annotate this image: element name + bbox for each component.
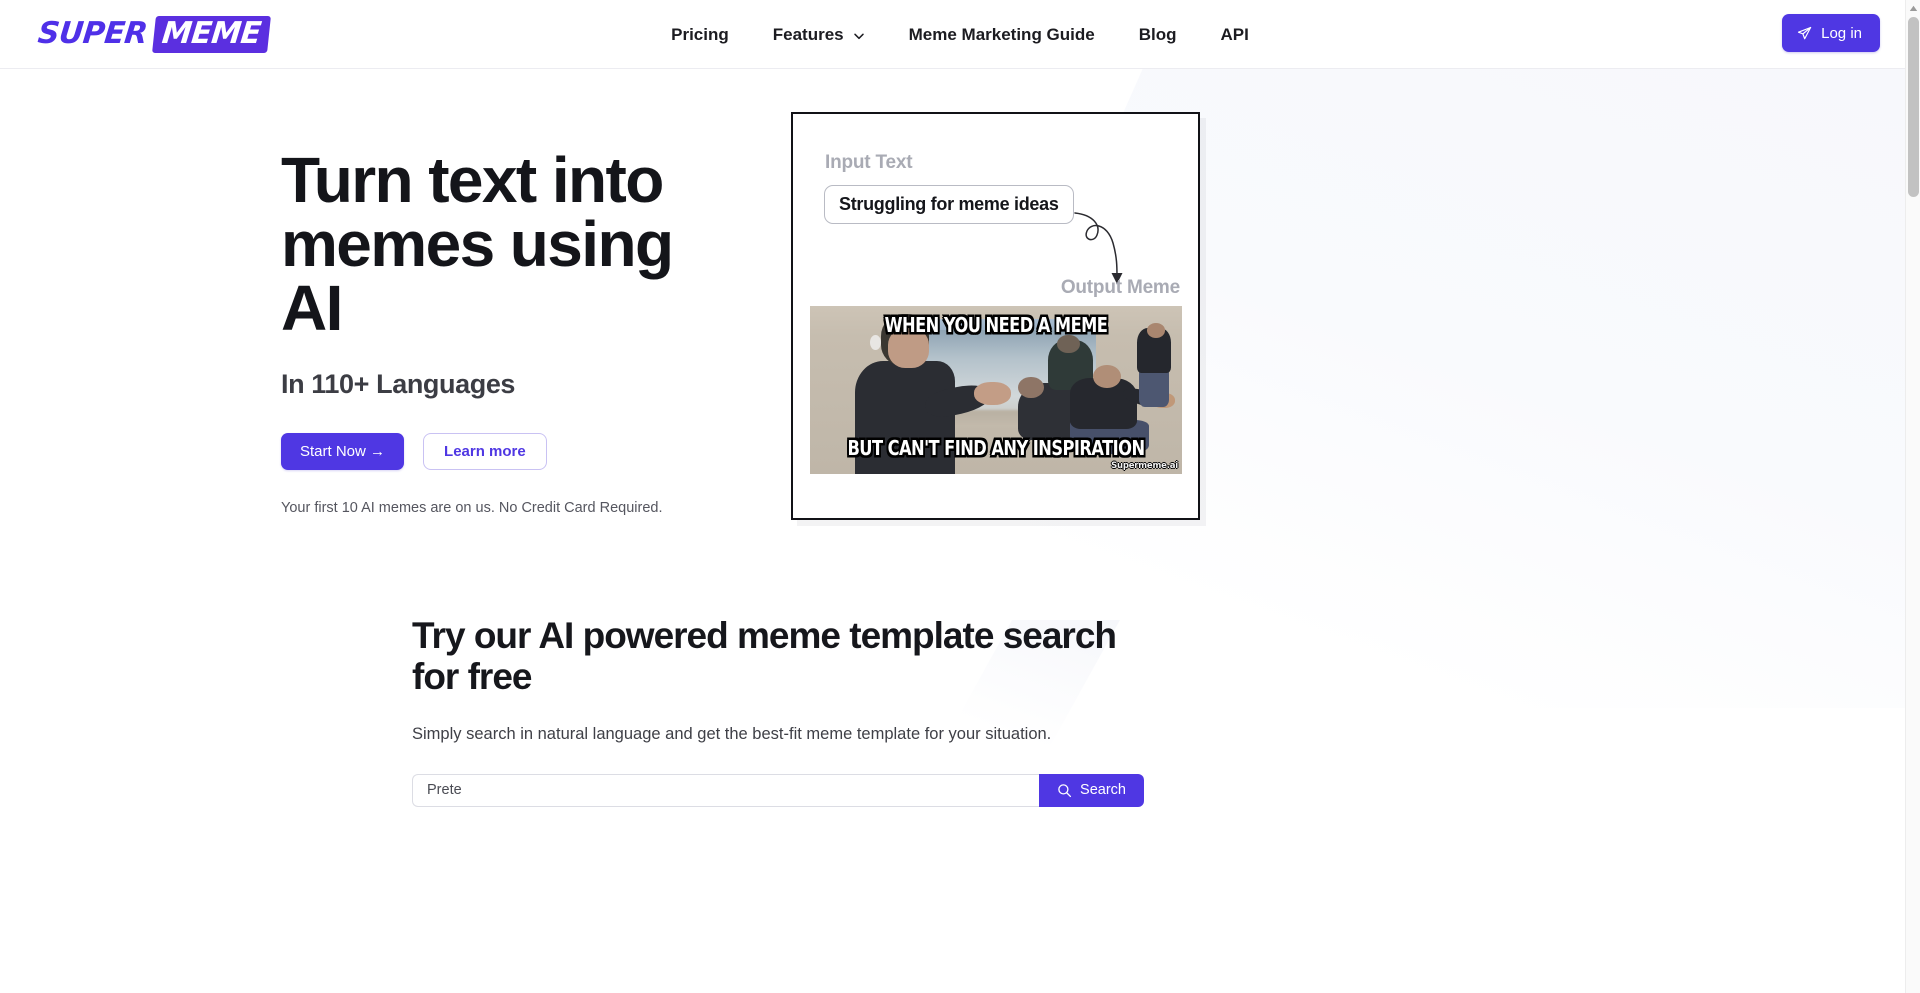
- nav-label: Features: [772, 24, 844, 44]
- nav-label: Meme Marketing Guide: [908, 24, 1095, 44]
- section-title: Try our AI powered meme template search …: [412, 615, 1117, 698]
- search-button[interactable]: Search: [1039, 773, 1144, 807]
- output-meme-label: Output Meme: [1060, 277, 1180, 298]
- page-title: Turn text into memes using AI: [281, 144, 674, 344]
- main-navigation: Pricing Features Meme Marketing Guide Bl…: [0, 0, 1920, 69]
- search-icon: [1057, 783, 1072, 798]
- nav-item-meme-marketing-guide[interactable]: Meme Marketing Guide: [887, 25, 1117, 45]
- nav-label: Blog: [1138, 24, 1177, 44]
- scrollbar-thumb[interactable]: [1908, 17, 1919, 197]
- login-button[interactable]: Log in: [1782, 14, 1880, 52]
- meme-watermark: Supermeme.ai: [1111, 461, 1178, 471]
- nav-label: Pricing: [671, 24, 729, 44]
- template-search-section: Try our AI powered meme template search …: [412, 615, 1512, 807]
- section-subtitle: Simply search in natural language and ge…: [412, 724, 1052, 743]
- nav-item-pricing[interactable]: Pricing: [649, 25, 751, 45]
- meme-bottom-caption: BUT CAN'T FIND ANY INSPIRATION: [847, 437, 1145, 461]
- meme-top-caption: WHEN YOU NEED A MEME: [884, 314, 1108, 338]
- nav-item-blog[interactable]: Blog: [1117, 25, 1199, 45]
- nav-label: API: [1220, 24, 1249, 44]
- vertical-scrollbar[interactable]: [1905, 0, 1920, 993]
- search-bar: Search: [412, 773, 1144, 807]
- site-header: SUPER MEME Pricing Features Meme Marketi…: [0, 0, 1920, 69]
- login-button-label: Log in: [1821, 24, 1862, 42]
- nav-item-api[interactable]: API: [1199, 25, 1271, 45]
- demo-input-value: Struggling for meme ideas: [824, 185, 1074, 224]
- page-root: SUPER MEME Pricing Features Meme Marketi…: [0, 0, 1920, 993]
- search-button-label: Search: [1080, 782, 1126, 799]
- meme-preview-image: WHEN YOU NEED A MEME BUT CAN'T FIND ANY …: [810, 306, 1182, 474]
- search-input[interactable]: [412, 773, 1040, 807]
- learn-more-button[interactable]: Learn more: [423, 433, 547, 470]
- chevron-down-icon: [853, 30, 865, 42]
- paper-plane-icon: [1797, 26, 1812, 41]
- start-now-button[interactable]: Start Now →: [281, 433, 405, 470]
- demo-card: Input Text Struggling for meme ideas Out…: [791, 112, 1200, 520]
- scroll-up-arrow-icon[interactable]: [1906, 0, 1920, 16]
- input-text-label: Input Text: [825, 152, 913, 173]
- nav-item-features[interactable]: Features: [751, 25, 887, 45]
